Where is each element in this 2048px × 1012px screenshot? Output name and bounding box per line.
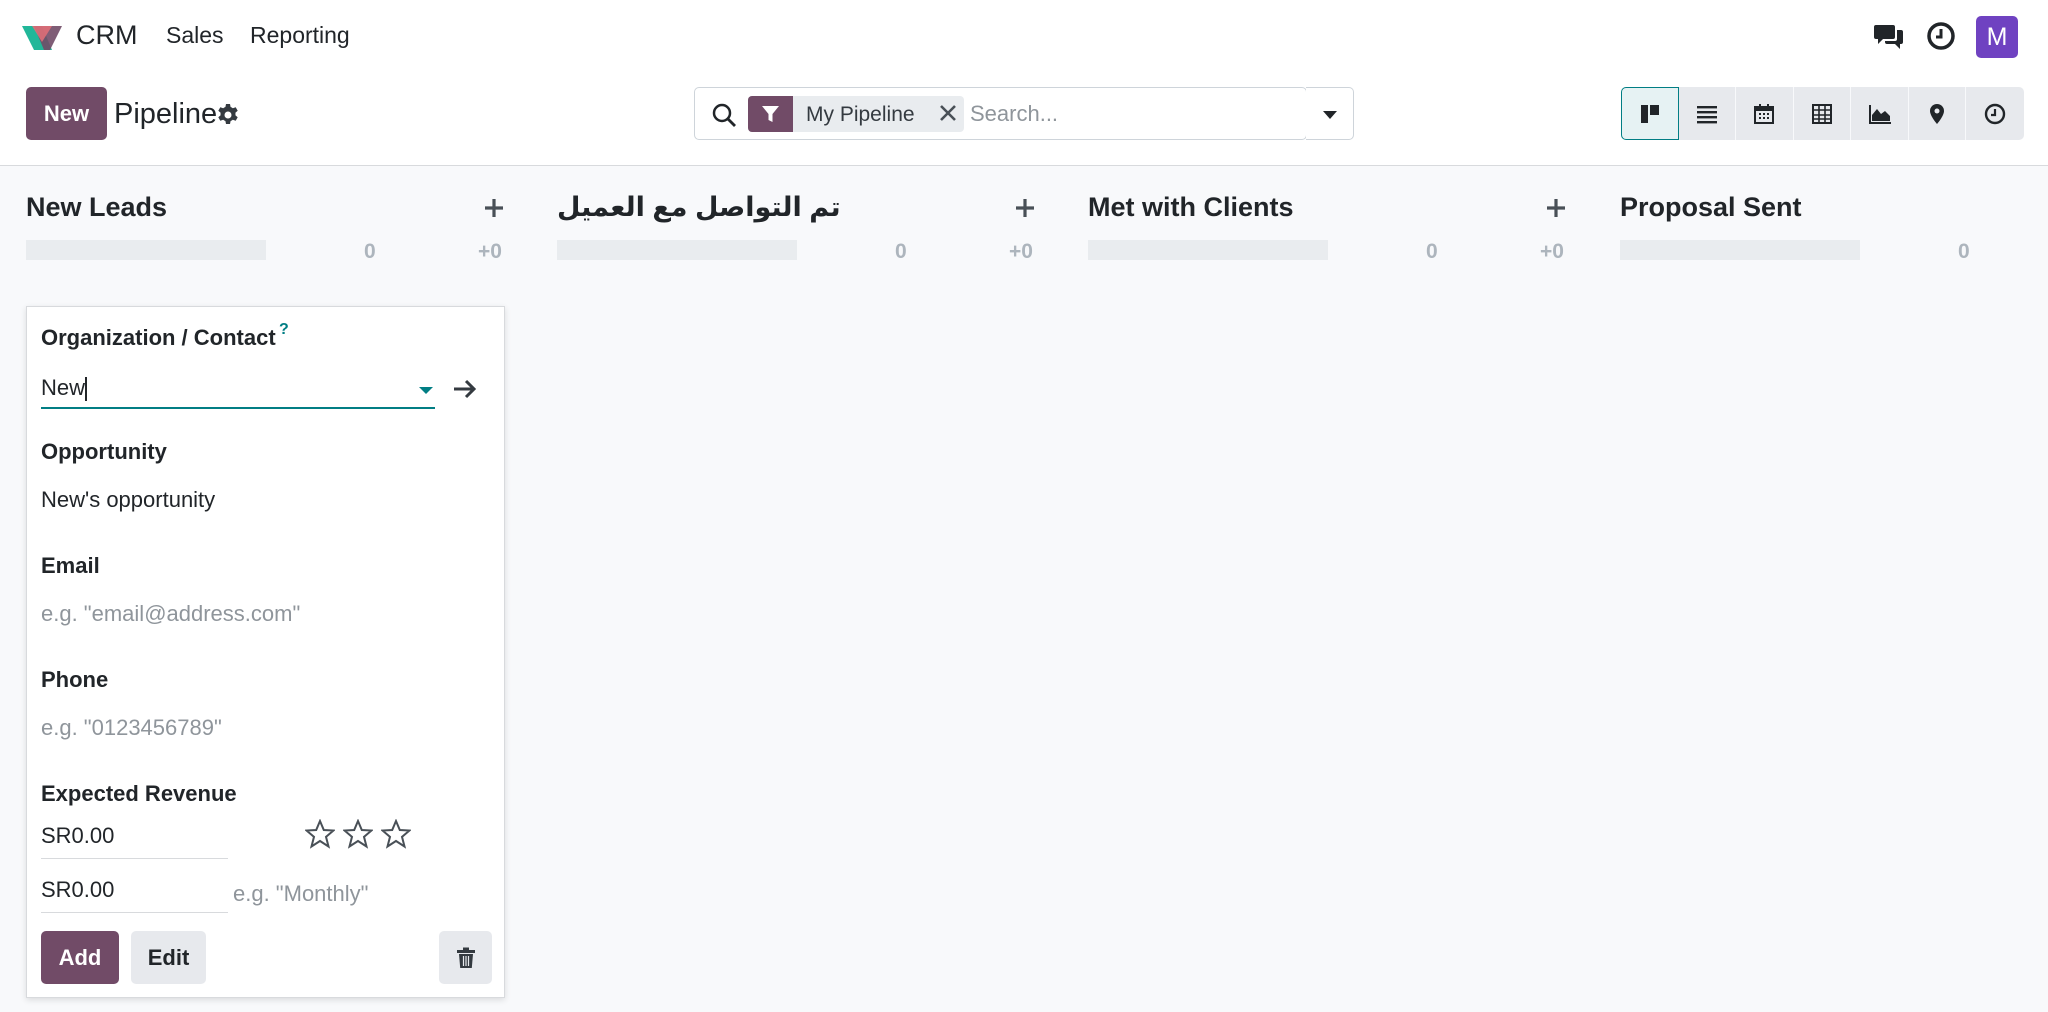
column-title: Proposal Sent [1620,192,1802,222]
view-pivot-button[interactable] [1793,87,1852,140]
kanban-column-met-with-clients: Met with Clients 0 +0 [1088,166,1594,1012]
search-icon [712,103,736,127]
plus-icon[interactable] [1013,196,1037,220]
area-chart-icon [1868,104,1891,124]
edit-button[interactable]: Edit [131,931,206,984]
search-bar[interactable]: My Pipeline [694,87,1307,140]
map-pin-icon [1930,103,1945,124]
star-icon[interactable] [343,819,373,849]
plus-icon[interactable] [482,196,506,220]
opportunity-label: Opportunity [41,439,167,464]
star-icon[interactable] [305,819,335,849]
priority-stars [305,819,411,849]
column-revenue: +0 [478,240,502,263]
kanban-column-proposal-sent: Proposal Sent 0 [1620,166,2048,1012]
add-button[interactable]: Add [41,931,119,984]
phone-input[interactable]: e.g. "0123456789" [41,715,222,741]
discard-button[interactable] [439,931,492,984]
top-navbar: CRM Sales Reporting M [0,0,2048,74]
star-icon[interactable] [381,819,411,849]
column-count: 0 [364,240,376,263]
kanban-column-contacted: تم التواصل مع العميل 0 +0 [557,166,1063,1012]
app-name[interactable]: CRM [76,20,138,51]
org-contact-value: New [41,375,86,400]
column-progress-bar[interactable] [1088,240,1328,260]
column-title: Met with Clients [1088,192,1294,222]
clock-icon [1985,103,2006,124]
column-count: 0 [1958,240,1970,263]
expected-revenue-label: Expected Revenue [41,781,237,806]
plus-icon[interactable] [1544,196,1568,220]
kanban-icon [1640,104,1659,123]
view-activity-button[interactable] [1966,87,2025,140]
view-list-button[interactable] [1678,87,1737,140]
column-progress-bar[interactable] [557,240,797,260]
view-map-button[interactable] [1908,87,1967,140]
view-graph-button[interactable] [1851,87,1909,140]
column-count: 0 [895,240,907,263]
filter-facet[interactable]: My Pipeline [748,96,964,132]
trash-icon [456,947,475,968]
caret-down-icon [1323,111,1337,119]
view-switcher [1621,87,2025,140]
org-contact-input[interactable]: New [41,371,435,409]
expected-revenue-value: SR0.00 [41,823,115,848]
recurring-plan-input[interactable]: e.g. "Monthly" [233,881,368,907]
opportunity-input[interactable]: New's opportunity [41,487,215,513]
close-icon[interactable] [938,103,958,123]
arrow-right-icon[interactable] [451,377,479,401]
phone-label: Phone [41,667,109,692]
user-avatar[interactable]: M [1976,16,2018,58]
column-title: New Leads [26,192,168,222]
email-input[interactable]: e.g. "email@address.com" [41,601,300,627]
table-icon [1812,103,1833,124]
control-panel: New Pipeline My Pipeline [0,74,2048,166]
recurring-revenue-value: SR0.00 [41,877,115,902]
column-progress-bar[interactable] [26,240,266,260]
crm-logo-icon[interactable] [20,22,64,52]
dropdown-caret-icon[interactable] [419,387,433,394]
expected-revenue-input[interactable]: SR0.00 [41,823,228,859]
calendar-icon [1754,103,1775,124]
filter-facet-icon-box [748,96,793,132]
view-kanban-button[interactable] [1621,87,1679,140]
column-revenue: +0 [1009,240,1033,263]
page-title: Pipeline [114,98,218,130]
filter-facet-label: My Pipeline [806,103,915,126]
text-cursor [85,377,87,401]
column-progress-bar[interactable] [1620,240,1860,260]
help-tooltip[interactable]: ? [279,321,289,339]
column-count: 0 [1426,240,1438,263]
list-icon [1696,105,1717,123]
gear-icon[interactable] [216,103,240,127]
column-revenue: +0 [1540,240,1564,263]
recurring-revenue-input[interactable]: SR0.00 [41,877,228,913]
quick-create-card: Organization / Contact ? New Opportunity… [26,306,505,998]
new-button[interactable]: New [26,87,107,140]
column-title: تم التواصل مع العميل [557,192,841,222]
menu-sales[interactable]: Sales [166,22,224,49]
search-input[interactable] [970,96,1300,132]
activity-clock-icon[interactable] [1925,20,1957,52]
menu-reporting[interactable]: Reporting [250,22,350,49]
email-label: Email [41,553,100,578]
discuss-icon[interactable] [1873,20,1905,52]
search-options-toggle[interactable] [1306,87,1354,140]
filter-icon [762,106,779,122]
org-contact-label: Organization / Contact [41,325,276,350]
view-calendar-button[interactable] [1736,87,1794,140]
